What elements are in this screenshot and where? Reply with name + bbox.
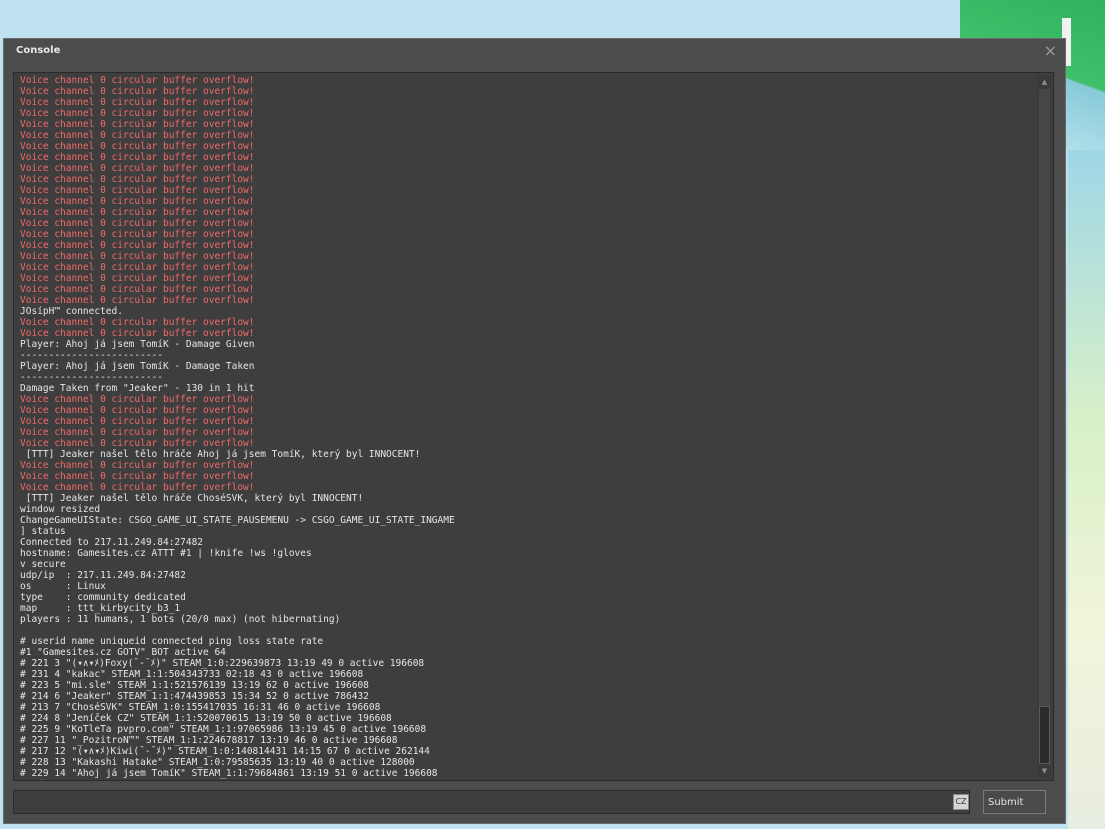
console-line: # 224 8 "Jeníček CZ" STEAM_1:1:520070615… (20, 713, 392, 724)
console-line: Voice channel 0 circular buffer overflow… (20, 251, 255, 262)
console-line: Voice channel 0 circular buffer overflow… (20, 262, 255, 273)
console-line: type : community dedicated (20, 592, 186, 603)
output-lines: Voice channel 0 circular buffer overflow… (20, 75, 455, 780)
console-line: ------------------------- (20, 372, 163, 383)
console-window: Console × Voice channel 0 circular buffe… (3, 38, 1066, 824)
console-line: # 225 9 "KoTleTa pvpro.com" STEAM_1:1:97… (20, 724, 427, 735)
console-line: Voice channel 0 circular buffer overflow… (20, 394, 255, 405)
console-line: Voice channel 0 circular buffer overflow… (20, 185, 255, 196)
console-line: Voice channel 0 circular buffer overflow… (20, 438, 255, 449)
close-icon[interactable]: × (1044, 41, 1057, 61)
console-line: os : Linux (20, 581, 106, 592)
console-line: Voice channel 0 circular buffer overflow… (20, 75, 255, 86)
console-line: Voice channel 0 circular buffer overflow… (20, 295, 255, 306)
console-line: Connected to 217.11.249.84:27482 (20, 537, 204, 548)
console-line: Damage Taken from "Jeaker" - 130 in 1 hi… (20, 383, 255, 394)
console-line: ChangeGameUIState: CSGO_GAME_UI_STATE_PA… (20, 515, 455, 526)
console-line: hostname: Gamesites.cz ATTT #1 | !knife … (20, 548, 312, 559)
output-scrollbar[interactable]: ▲ ▼ (1038, 75, 1051, 778)
console-line: Voice channel 0 circular buffer overflow… (20, 163, 255, 174)
console-line: Voice channel 0 circular buffer overflow… (20, 196, 255, 207)
console-line: Voice channel 0 circular buffer overflow… (20, 405, 255, 416)
arrow-down-icon[interactable]: ▼ (1038, 766, 1051, 776)
console-line: Voice channel 0 circular buffer overflow… (20, 273, 255, 284)
console-titlebar[interactable]: Console × (4, 39, 1065, 63)
console-line: # 228 13 "Kakashi Hatake" STEAM_1:0:7958… (20, 757, 415, 768)
console-line: ------------------------- (20, 350, 163, 361)
console-line: Voice channel 0 circular buffer overflow… (20, 108, 255, 119)
console-line: players : 11 humans, 1 bots (20/0 max) (… (20, 614, 341, 625)
console-line: Voice channel 0 circular buffer overflow… (20, 460, 255, 471)
console-line: Voice channel 0 circular buffer overflow… (20, 317, 255, 328)
console-line: Player: Ahoj já jsem TomíK - Damage Take… (20, 361, 255, 372)
console-line: Voice channel 0 circular buffer overflow… (20, 97, 255, 108)
command-input[interactable] (13, 790, 970, 814)
console-line: ] status (20, 526, 66, 537)
scrollbar-thumb[interactable] (1039, 706, 1050, 764)
console-line: # 223 5 "mi.sle" STEAM_1:1:521576139 13:… (20, 680, 369, 691)
console-line: Voice channel 0 circular buffer overflow… (20, 119, 255, 130)
console-line: window resized (20, 504, 101, 515)
console-line: Voice channel 0 circular buffer overflow… (20, 482, 255, 493)
console-line: Voice channel 0 circular buffer overflow… (20, 229, 255, 240)
console-line: Voice channel 0 circular buffer overflow… (20, 427, 255, 438)
console-line: # 221 3 "(▾∧▾ﾒ)Foxy(ˉ-ˉﾒ)" STEAM_1:0:229… (20, 658, 425, 669)
console-line: v secure (20, 559, 66, 570)
console-line: # 217 12 "(▾∧▾ﾒ)Kiwi(ˉ-ˉﾒ)" STEAM_1:0:14… (20, 746, 430, 757)
console-line: # 229 14 "Ahoj já jsem TomíK" STEAM_1:1:… (20, 768, 438, 779)
window-title: Console (16, 45, 61, 56)
console-line: JOsípH™ connected. (20, 306, 123, 317)
console-line: # 227 11 "_PozitroN™" STEAM_1:1:22467881… (20, 735, 398, 746)
console-line: Voice channel 0 circular buffer overflow… (20, 130, 255, 141)
scrollbar-track[interactable] (1039, 89, 1050, 764)
console-line: #end (20, 779, 455, 780)
console-line: Voice channel 0 circular buffer overflow… (20, 152, 255, 163)
console-line: [TTT] Jeaker našel tělo hráče ChoséSVK, … (20, 493, 364, 504)
console-output[interactable]: Voice channel 0 circular buffer overflow… (13, 72, 1054, 781)
console-line: Voice channel 0 circular buffer overflow… (20, 416, 255, 427)
console-line: [TTT] Jeaker našel tělo hráče Ahoj já js… (20, 449, 421, 460)
console-line: Voice channel 0 circular buffer overflow… (20, 86, 255, 97)
keyboard-language-badge: CZ (953, 794, 969, 810)
console-line: Player: Ahoj já jsem TomíK - Damage Give… (20, 339, 255, 350)
game-scene-edge (1068, 150, 1105, 829)
console-line: Voice channel 0 circular buffer overflow… (20, 218, 255, 229)
console-line: # 213 7 "ChoséSVK" STEAM_1:0:155417035 1… (20, 702, 381, 713)
console-line: Voice channel 0 circular buffer overflow… (20, 207, 255, 218)
console-line: #1 "Gamesites.cz GOTV" BOT active 64 (20, 647, 226, 658)
arrow-up-icon[interactable]: ▲ (1038, 77, 1051, 87)
console-line: # 231 4 "kakac" STEAM_1:1:504343733 02:1… (20, 669, 364, 680)
console-line: udp/ip : 217.11.249.84:27482 (20, 570, 186, 581)
console-line: Voice channel 0 circular buffer overflow… (20, 141, 255, 152)
console-line: Voice channel 0 circular buffer overflow… (20, 471, 255, 482)
console-line: Voice channel 0 circular buffer overflow… (20, 284, 255, 295)
console-line: Voice channel 0 circular buffer overflow… (20, 328, 255, 339)
console-line: Voice channel 0 circular buffer overflow… (20, 240, 255, 251)
console-line: # 214 6 "Jeaker" STEAM_1:1:474439853 15:… (20, 691, 369, 702)
submit-button[interactable]: Submit (983, 790, 1046, 814)
console-line: map : ttt_kirbycity_b3_1 (20, 603, 181, 614)
console-line: Voice channel 0 circular buffer overflow… (20, 174, 255, 185)
command-row: CZ Submit (13, 790, 1054, 814)
console-line: # userid name uniqueid connected ping lo… (20, 636, 324, 647)
